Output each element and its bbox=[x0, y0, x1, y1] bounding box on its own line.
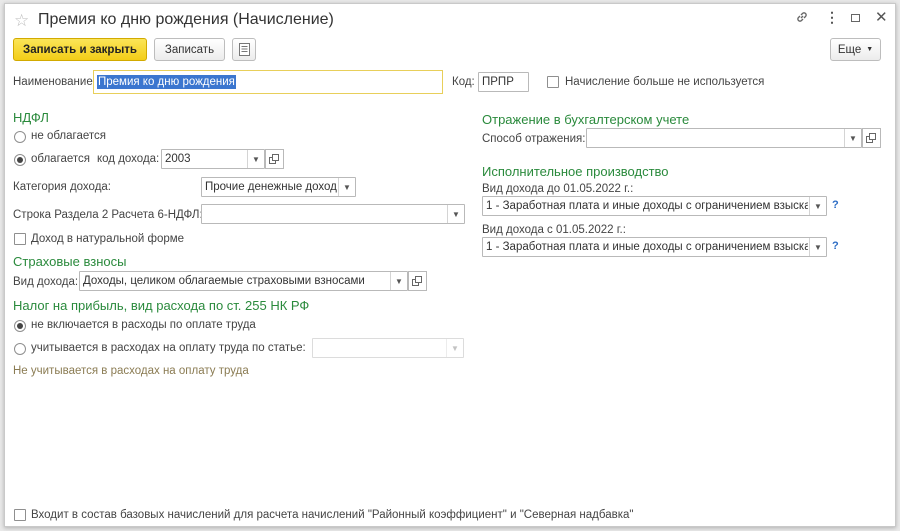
not-used-checkbox[interactable] bbox=[547, 76, 559, 88]
maximize-icon[interactable] bbox=[851, 14, 860, 22]
category-select[interactable]: Прочие денежные доходы ▼ bbox=[201, 177, 356, 197]
name-input[interactable]: Премия ко дню рождения bbox=[93, 70, 443, 94]
income-code-label: код дохода: bbox=[97, 153, 160, 165]
chevron-down-icon: ▼ bbox=[866, 46, 874, 53]
more-actions-icon[interactable]: ⋮ bbox=[825, 9, 839, 26]
not-used-label: Начисление больше не используется bbox=[565, 76, 765, 88]
code-input[interactable]: ПРПР bbox=[478, 72, 529, 92]
enforcement-after-value: 1 - Заработная плата и иные доходы с огр… bbox=[486, 241, 808, 253]
name-label: Наименование: bbox=[13, 76, 96, 88]
enforcement-after-select[interactable]: 1 - Заработная плата и иные доходы с огр… bbox=[482, 237, 827, 257]
income-code-open-button[interactable] bbox=[265, 149, 284, 169]
enforcement-before-select[interactable]: 1 - Заработная плата и иные доходы с огр… bbox=[482, 196, 827, 216]
enforcement-after-label: Вид дохода с 01.05.2022 г.: bbox=[482, 224, 626, 236]
chevron-down-icon[interactable]: ▼ bbox=[844, 129, 861, 147]
accounting-method-open-button[interactable] bbox=[862, 128, 881, 148]
help-icon[interactable]: ? bbox=[832, 199, 839, 211]
profit-tax-note: Не учитывается в расходах на оплату труд… bbox=[13, 365, 249, 377]
included-label: учитывается в расходах на оплату труда п… bbox=[31, 342, 306, 354]
insurance-income-type-value: Доходы, целиком облагаемые страховыми вз… bbox=[83, 275, 365, 287]
article-select[interactable]: ▼ bbox=[312, 338, 464, 358]
chevron-down-icon[interactable]: ▼ bbox=[809, 238, 826, 256]
open-icon bbox=[412, 275, 422, 286]
enforcement-before-value: 1 - Заработная плата и иные доходы с огр… bbox=[486, 200, 808, 212]
code-label: Код: bbox=[452, 76, 475, 88]
favorite-star-icon[interactable]: ☆ bbox=[14, 11, 29, 31]
close-icon[interactable]: ✕ bbox=[875, 8, 888, 26]
chevron-down-icon[interactable]: ▼ bbox=[446, 339, 463, 357]
section2-select[interactable]: ▼ bbox=[201, 204, 465, 224]
ndfl-taxed-label: облагается bbox=[31, 153, 91, 165]
accounting-method-label: Способ отражения: bbox=[482, 133, 586, 145]
open-icon bbox=[866, 132, 876, 143]
open-icon bbox=[269, 153, 279, 164]
insurance-income-type-label: Вид дохода: bbox=[13, 276, 79, 288]
accounting-method-select[interactable]: ▼ bbox=[586, 128, 862, 148]
in-kind-label: Доход в натуральной форме bbox=[31, 233, 185, 245]
more-button[interactable]: Еще ▼ bbox=[830, 38, 881, 61]
not-included-radio[interactable] bbox=[14, 320, 26, 332]
chevron-down-icon[interactable]: ▼ bbox=[338, 178, 355, 196]
form-window: ☆ Премия ко дню рождения (Начисление) ⋮ … bbox=[4, 3, 896, 527]
chevron-down-icon[interactable]: ▼ bbox=[447, 205, 464, 223]
enforcement-section-title: Исполнительное производство bbox=[482, 164, 669, 179]
profit-tax-section-title: Налог на прибыль, вид расхода по ст. 255… bbox=[13, 298, 310, 313]
base-accruals-checkbox[interactable] bbox=[14, 509, 26, 521]
income-code-select[interactable]: 2003 ▼ bbox=[161, 149, 265, 169]
category-label: Категория дохода: bbox=[13, 181, 111, 193]
category-value: Прочие денежные доходы bbox=[205, 181, 337, 193]
chevron-down-icon[interactable]: ▼ bbox=[390, 272, 407, 290]
section2-label: Строка Раздела 2 Расчета 6-НДФЛ: bbox=[13, 209, 203, 221]
income-code-value: 2003 bbox=[165, 153, 191, 165]
document-list-button[interactable] bbox=[232, 38, 256, 61]
link-icon[interactable] bbox=[795, 10, 809, 27]
ndfl-section-title: НДФЛ bbox=[13, 110, 49, 125]
save-button[interactable]: Записать bbox=[154, 38, 225, 61]
name-input-value: Премия ко дню рождения bbox=[97, 75, 236, 89]
chevron-down-icon[interactable]: ▼ bbox=[247, 150, 264, 168]
ndfl-not-taxed-radio[interactable] bbox=[14, 131, 26, 143]
included-radio[interactable] bbox=[14, 343, 26, 355]
not-included-label: не включается в расходы по оплате труда bbox=[31, 319, 256, 331]
chevron-down-icon[interactable]: ▼ bbox=[809, 197, 826, 215]
save-and-close-button[interactable]: Записать и закрыть bbox=[13, 38, 147, 61]
insurance-section-title: Страховые взносы bbox=[13, 254, 127, 269]
code-value: ПРПР bbox=[482, 76, 514, 88]
accounting-section-title: Отражение в бухгалтерском учете bbox=[482, 112, 690, 127]
insurance-open-button[interactable] bbox=[408, 271, 427, 291]
ndfl-not-taxed-label: не облагается bbox=[31, 130, 106, 142]
list-icon bbox=[238, 43, 250, 56]
enforcement-before-label: Вид дохода до 01.05.2022 г.: bbox=[482, 183, 634, 195]
insurance-income-type-select[interactable]: Доходы, целиком облагаемые страховыми вз… bbox=[79, 271, 408, 291]
ndfl-taxed-radio[interactable] bbox=[14, 154, 26, 166]
more-button-label: Еще bbox=[837, 43, 862, 56]
window-title: Премия ко дню рождения (Начисление) bbox=[38, 11, 334, 28]
help-icon[interactable]: ? bbox=[832, 240, 839, 252]
base-accruals-label: Входит в состав базовых начислений для р… bbox=[31, 509, 634, 521]
in-kind-checkbox[interactable] bbox=[14, 233, 26, 245]
